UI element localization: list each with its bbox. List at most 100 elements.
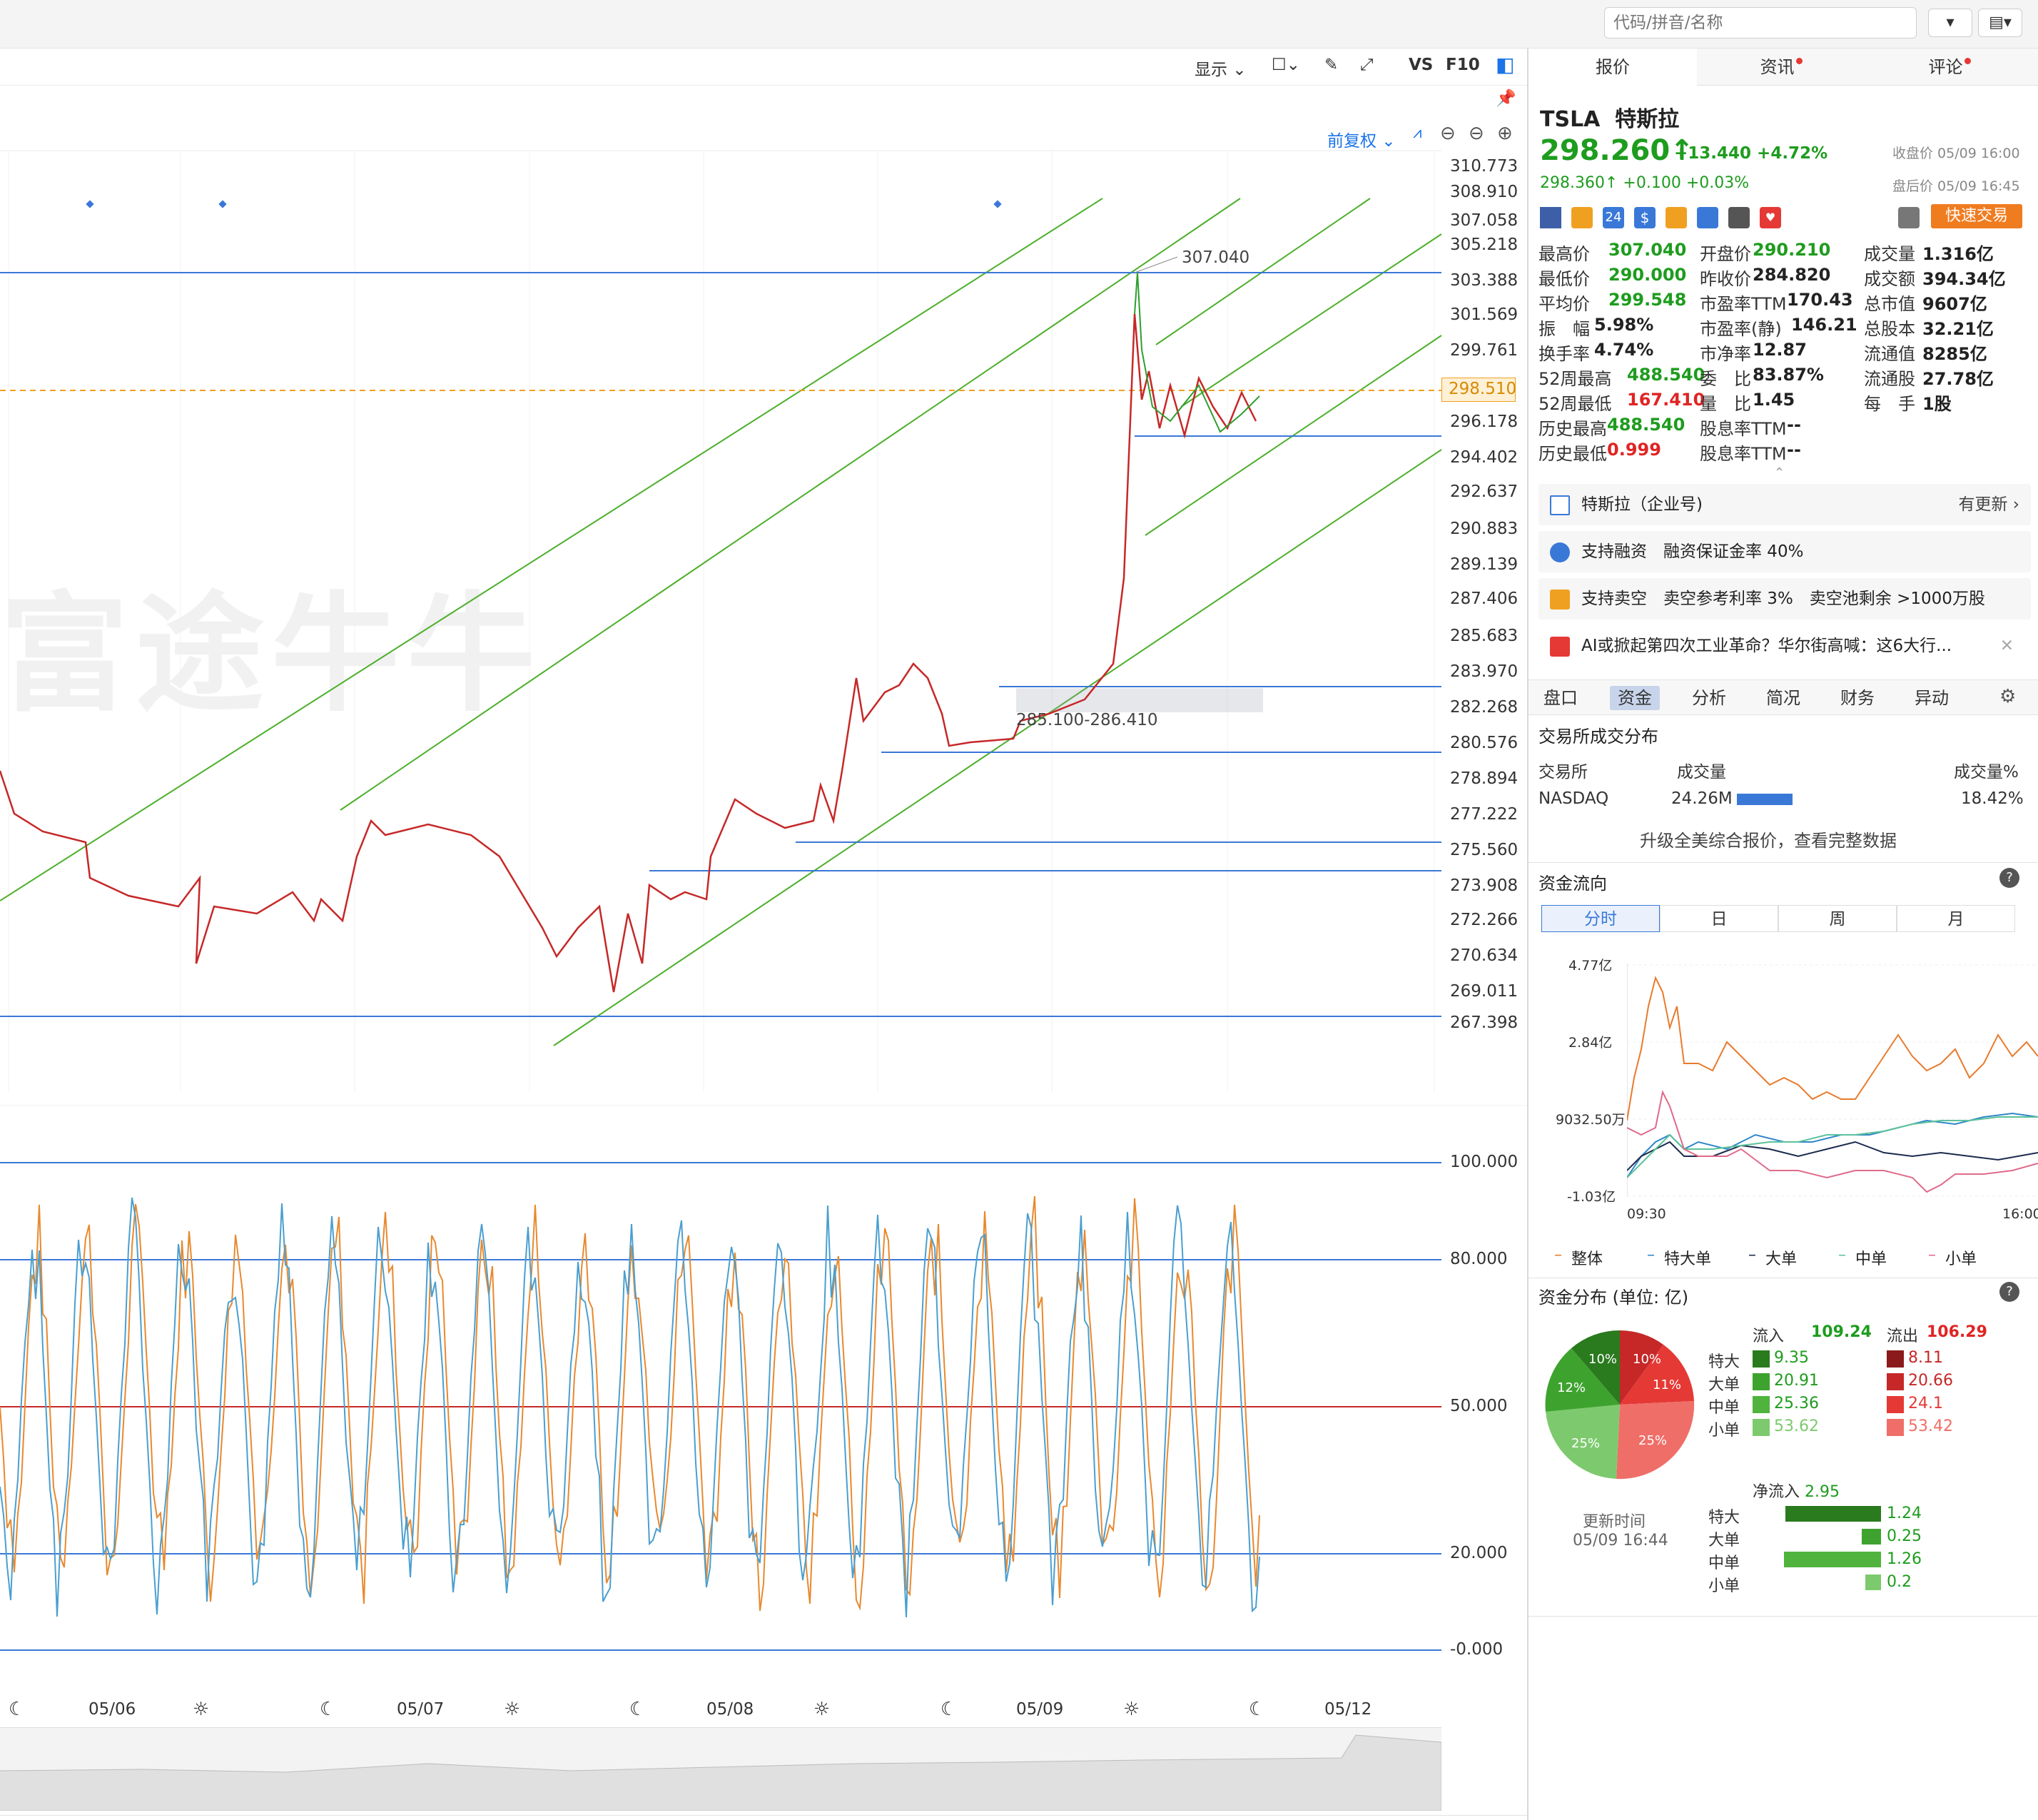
flow-x-label: 16:00 <box>2002 1206 2038 1222</box>
display-menu[interactable]: 显示 ⌄ <box>1195 56 1247 80</box>
tab-orderbook[interactable]: 盘口 <box>1536 686 1586 710</box>
compare-icon[interactable]: ⩘ <box>1413 124 1421 142</box>
settings-icon[interactable]: ⚙ <box>1999 686 2016 707</box>
net-row-label: 小单 <box>1708 1577 1740 1595</box>
layout-menu-button[interactable]: ▤▾ <box>1978 9 2022 37</box>
price-axis-label: 267.398 <box>1450 1013 1519 1032</box>
tab-intraday[interactable]: 分时 <box>1541 905 1660 932</box>
help-icon[interactable]: ? <box>1999 868 2019 888</box>
quote-label: 成交额 <box>1864 269 1915 289</box>
tab-analysis[interactable]: 分析 <box>1684 686 1734 710</box>
tab-week[interactable]: 周 <box>1778 905 1897 932</box>
moon-icon: ☾ <box>9 1699 26 1720</box>
price-panel[interactable]: 富途牛牛 307.040 285.100-286.410 310.773 308… <box>0 150 1527 1092</box>
quote-label: 振 幅 <box>1538 319 1590 339</box>
dollar-icon[interactable]: $ <box>1634 207 1656 228</box>
quote-value: 170.43 <box>1787 290 1853 310</box>
tab-movers[interactable]: 异动 <box>1907 686 1957 710</box>
collapse-icon[interactable]: ⌃ <box>1774 465 1785 480</box>
bell-icon[interactable] <box>1898 207 1920 228</box>
quick-trade-button[interactable]: 快速交易 <box>1931 204 2022 228</box>
zoom-out-alt-icon[interactable]: ⊖ <box>1469 123 1484 144</box>
flow-chart <box>1627 964 2038 1197</box>
price-axis-label: 287.406 <box>1450 590 1519 608</box>
exchange-volume: 24.26M <box>1671 789 1733 808</box>
upgrade-link[interactable]: 升级全美综合报价，查看完整数据 <box>1640 826 1897 851</box>
heart-icon[interactable]: ♥ <box>1760 207 1781 228</box>
sun-icon: ☼ <box>504 1699 521 1720</box>
margin-row[interactable]: 支持融资 融资保证金率 40% <box>1538 531 2031 572</box>
tab-news[interactable]: 资讯 <box>1697 49 1865 86</box>
price-chart-svg <box>0 150 1442 1092</box>
price-axis-label: 278.894 <box>1450 769 1519 788</box>
tab-day[interactable]: 日 <box>1660 905 1778 932</box>
quote-label: 市盈率(静) <box>1700 319 1782 339</box>
update-label: 更新时间 <box>1583 1513 1646 1531</box>
company-account-row[interactable]: 特斯拉（企业号) 有更新 › <box>1538 484 2031 525</box>
net-flow-bar <box>1865 1574 1881 1590</box>
help-icon[interactable]: ? <box>1999 1282 2019 1302</box>
zoom-in-icon[interactable]: ⊕ <box>1497 123 1513 144</box>
close-icon[interactable]: ✕ <box>2000 625 2014 667</box>
search-input[interactable] <box>1604 7 1917 39</box>
quote-value: -- <box>1787 415 1801 435</box>
oscillator-axis-label: 80.000 <box>1450 1250 1508 1268</box>
skin-menu-button[interactable]: ▾ <box>1928 9 1972 37</box>
close-time: 收盘价 05/09 16:00 <box>1892 146 2020 161</box>
checkbox-icon[interactable]: ☐⌄ <box>1272 56 1300 74</box>
symbol: TSLA 特斯拉 <box>1540 107 1680 132</box>
outflow-row-value: 8.11 <box>1908 1349 1943 1367</box>
tab-financials[interactable]: 财务 <box>1832 686 1882 710</box>
f10-button[interactable]: F10 <box>1446 56 1480 74</box>
flow-period-tabs: 分时 日 周 月 <box>1541 905 2027 934</box>
sun-icon: ☼ <box>813 1699 831 1720</box>
range-annotation: 285.100-286.410 <box>1016 711 1158 729</box>
net-row-label: 中单 <box>1708 1554 1740 1572</box>
vs-button[interactable]: VS <box>1409 56 1433 74</box>
tag-icon[interactable] <box>1697 207 1718 228</box>
outflow-swatch <box>1887 1396 1904 1413</box>
tab-quote[interactable]: 报价 <box>1528 49 1697 86</box>
short-icon[interactable] <box>1666 207 1687 228</box>
net-row-value: 0.25 <box>1887 1527 1922 1545</box>
adjust-menu[interactable]: 前复权 ⌄ <box>1327 127 1396 151</box>
24h-icon[interactable]: 24 <box>1603 207 1624 228</box>
price-axis-label: 299.761 <box>1450 341 1519 360</box>
flow-title: 资金流向 <box>1538 874 1607 894</box>
price-change: +13.440 +4.72% <box>1674 144 1828 163</box>
news-row[interactable]: AI或掀起第四次工业革命？华尔街高喊：这6大行... ✕ <box>1538 625 2031 667</box>
tab-comments[interactable]: 评论 <box>1865 49 2034 86</box>
quote-value: 394.34亿 <box>1922 269 2006 289</box>
pie-label: 12% <box>1557 1380 1586 1395</box>
fullscreen-icon[interactable]: ⤢ <box>1360 56 1373 74</box>
quote-value: -- <box>1787 440 1801 460</box>
zoom-out-icon[interactable]: ⊖ <box>1440 123 1456 144</box>
price-axis-label: 272.266 <box>1450 911 1519 929</box>
outflow-swatch <box>1887 1373 1904 1390</box>
price-axis-label: 275.560 <box>1450 841 1519 859</box>
oscillator-panel[interactable]: 100.000 80.000 50.000 20.000 -0.000 <box>0 1105 1527 1704</box>
after-hours-price: 298.360↑ +0.100 +0.03% <box>1540 174 1750 192</box>
net-row-value: 1.26 <box>1887 1550 1922 1568</box>
sidebar-toggle-icon[interactable]: ◧ <box>1496 53 1514 76</box>
tab-capital[interactable]: 资金 <box>1610 686 1660 710</box>
net-row-label: 大单 <box>1708 1532 1740 1549</box>
tab-month[interactable]: 月 <box>1897 905 2015 932</box>
short-row[interactable]: 支持卖空 卖空参考利率 3% 卖空池剩余 >1000万股 <box>1538 578 2031 620</box>
oscillator-axis-label: 50.000 <box>1450 1397 1508 1415</box>
tab-profile[interactable]: 简况 <box>1758 686 1808 710</box>
pin-icon[interactable]: 📌 <box>1496 89 1516 108</box>
quote-label: 委 比 <box>1700 369 1751 389</box>
note-icon[interactable] <box>1728 207 1750 228</box>
quote-value: 488.540 <box>1627 365 1705 385</box>
inflow-swatch <box>1753 1396 1770 1413</box>
oscillator-axis-label: 100.000 <box>1450 1153 1519 1171</box>
net-row-label: 特大 <box>1708 1509 1740 1527</box>
quote-value: 167.410 <box>1627 390 1705 410</box>
range-navigator[interactable] <box>0 1727 1442 1811</box>
quote-label: 换手率 <box>1538 344 1590 364</box>
quote-value: 307.040 <box>1608 240 1687 260</box>
options-icon[interactable] <box>1571 207 1593 228</box>
quote-label: 流通值 <box>1864 344 1915 364</box>
pen-icon[interactable]: ✎ <box>1324 56 1338 74</box>
